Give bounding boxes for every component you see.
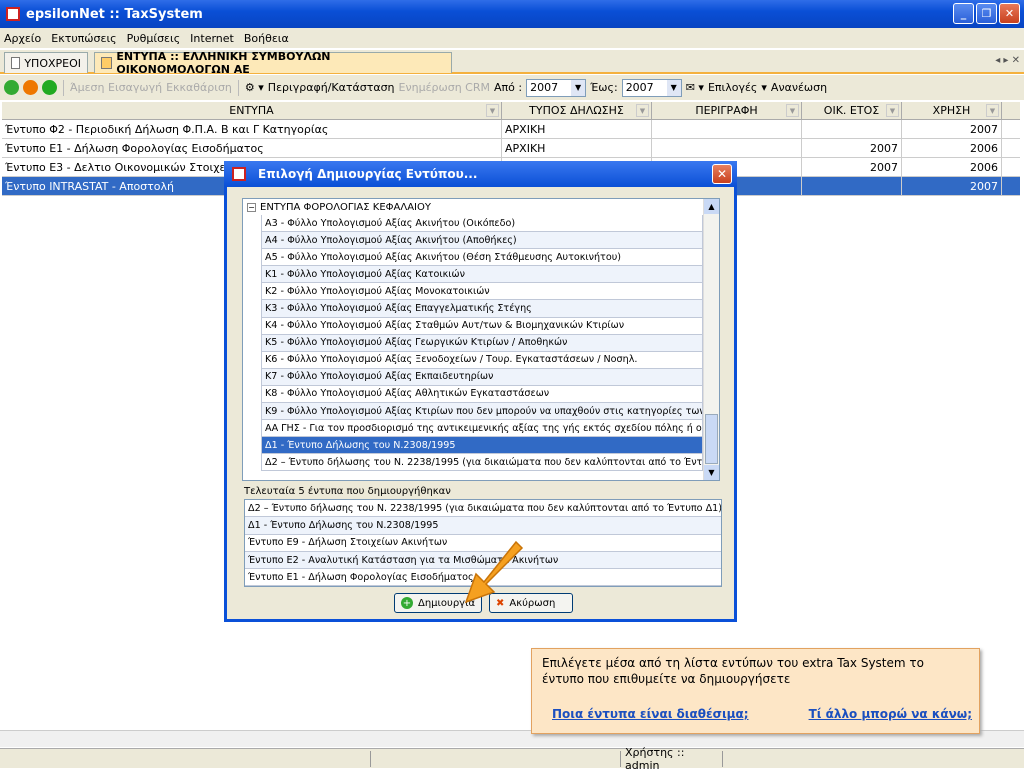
- tab-obligors-label: ΥΠΟΧΡΕΟΙ: [24, 56, 81, 70]
- tree-vertical-scrollbar[interactable]: ▲ ▼: [703, 199, 719, 480]
- recent-forms-label: Τελευταία 5 έντυπα που δημιουργήθηκαν: [244, 486, 451, 497]
- dialog-title-bar: Επιλογή Δημιουργίας Εντύπου... ✕: [224, 161, 737, 187]
- column-header-forms[interactable]: ΕΝΤΥΠΑ ▼: [2, 102, 502, 119]
- add-icon: +: [401, 597, 413, 609]
- status-user: Χρήστης :: admin: [620, 746, 720, 772]
- remove-icon[interactable]: [42, 80, 57, 95]
- restore-button[interactable]: ❐: [976, 3, 997, 24]
- minimize-button[interactable]: _: [953, 3, 974, 24]
- tree-item[interactable]: Α4 - Φύλλο Υπολογισμού Αξίας Ακινήτου (Α…: [261, 232, 703, 250]
- tree-item[interactable]: Δ2 – Έντυπο δήλωσης του Ν. 2238/1995 (γι…: [261, 454, 703, 472]
- close-window-button[interactable]: ✕: [999, 3, 1020, 24]
- tree-group-capital-tax[interactable]: − ΕΝΤΥΠΑ ΦΟΡΟΛΟΓΙΑΣ ΚΕΦΑΛΑΙΟΥ: [243, 199, 719, 215]
- what-else-link[interactable]: Τί άλλο μπορώ να κάνω;: [809, 706, 972, 722]
- direct-import-button[interactable]: Άμεση Εισαγωγή: [70, 81, 162, 94]
- tree-item[interactable]: Κ9 - Φύλλο Υπολογισμού Αξίας Κτιρίων που…: [261, 403, 703, 421]
- collapse-icon[interactable]: −: [247, 202, 256, 212]
- description-status-button[interactable]: Περιγραφή/Κατάσταση: [268, 81, 395, 94]
- tree-item[interactable]: Κ3 - Φύλλο Υπολογισμού Αξίας Επαγγελματι…: [261, 300, 703, 318]
- folder-icon[interactable]: ✉ ▾: [686, 81, 704, 94]
- tree-item[interactable]: Δ1 - Έντυπο Δήλωσης του Ν.2308/1995: [261, 437, 703, 455]
- tree-item[interactable]: Κ8 - Φύλλο Υπολογισμού Αξίας Αθλητικών Ε…: [261, 385, 703, 404]
- scroll-thumb[interactable]: [705, 414, 718, 464]
- tree-item[interactable]: ΑΑ ΓΗΣ - Για τον προσδιορισμό της αντικε…: [261, 420, 703, 438]
- menu-file[interactable]: Αρχείο: [4, 32, 41, 45]
- clear-button[interactable]: Εκκαθάριση: [166, 81, 232, 94]
- chevron-down-icon: ▼: [666, 79, 681, 96]
- grid-header: ΕΝΤΥΠΑ ▼ ΤΥΠΟΣ ΔΗΛΩΣΗΣ ▼ ΠΕΡΙΓΡΑΦΗ ▼ ΟΙΚ. Ε…: [2, 102, 1020, 120]
- to-year-value: 2007: [625, 81, 654, 94]
- callout-text: Επιλέγετε μέσα από τη λίστα εντύπων του …: [542, 656, 924, 686]
- book-icon: [11, 57, 21, 69]
- options-dropdown-icon[interactable]: ▾: [761, 81, 767, 94]
- refresh-button[interactable]: Ανανέωση: [771, 81, 827, 94]
- app-icon: [6, 7, 20, 21]
- update-crm-button[interactable]: Ενημέρωση CRM: [399, 81, 490, 94]
- tab-forms[interactable]: ΕΝΤΥΠΑ :: ΕΛΛΗΝΙΚΗ ΣΥΜΒΟΥΛΩΝ ΟΙΚΟΝΟΜΟΛΟΓ…: [94, 50, 452, 76]
- dialog-close-button[interactable]: ✕: [712, 164, 732, 184]
- recent-form-item[interactable]: Δ1 - Έντυπο Δήλωσης του Ν.2308/1995: [245, 517, 721, 535]
- tree-item[interactable]: Α5 - Φύλλο Υπολογισμού Αξίας Ακινήτου (Θ…: [261, 249, 703, 267]
- tree-item[interactable]: Κ1 - Φύλλο Υπολογισμού Αξίας Κατοικιών: [261, 266, 703, 284]
- column-header-fiscal-year[interactable]: ΟΙΚ. ΕΤΟΣ ▼: [802, 102, 902, 119]
- tree-item[interactable]: Κ2 - Φύλλο Υπολογισμού Αξίας Μονοκατοικι…: [261, 283, 703, 301]
- tree-item[interactable]: Α3 - Φύλλο Υπολογισμού Αξίας Ακινήτου (Ο…: [261, 215, 703, 233]
- tab-forms-label: ΕΝΤΥΠΑ :: ΕΛΛΗΝΙΚΗ ΣΥΜΒΟΥΛΩΝ ΟΙΚΟΝΟΜΟΛΟΓ…: [116, 50, 331, 76]
- tab-obligors[interactable]: ΥΠΟΧΡΕΟΙ: [4, 52, 88, 73]
- tree-item[interactable]: Κ6 - Φύλλο Υπολογισμού Αξίας Ξενοδοχείων…: [261, 351, 703, 369]
- recent-form-item[interactable]: Δ2 – Έντυπο δήλωσης του Ν. 2238/1995 (γι…: [245, 500, 721, 518]
- tools-icon[interactable]: ⚙ ▾: [245, 81, 264, 94]
- dialog-title: Επιλογή Δημιουργίας Εντύπου...: [258, 167, 478, 181]
- column-header-description[interactable]: ΠΕΡΙΓΡΑΦΗ ▼: [652, 102, 802, 119]
- tab-row: ΥΠΟΧΡΕΟΙ ΕΝΤΥΠΑ :: ΕΛΛΗΝΙΚΗ ΣΥΜΒΟΥΛΩΝ ΟΙ…: [0, 50, 1024, 76]
- help-callout: Επιλέγετε μέσα από τη λίστα εντύπων του …: [531, 648, 980, 734]
- scroll-up-icon[interactable]: ▲: [704, 199, 719, 214]
- refresh-icon[interactable]: [23, 80, 38, 95]
- tree-item[interactable]: Κ4 - Φύλλο Υπολογισμού Αξίας Σταθμών Αυτ…: [261, 317, 703, 335]
- status-bar: Χρήστης :: admin: [0, 746, 1024, 772]
- window-title-bar: epsilonNet :: TaxSystem _ ❐ ✕: [0, 0, 1024, 28]
- app-icon: [232, 167, 246, 181]
- window-title: epsilonNet :: TaxSystem: [26, 6, 203, 22]
- tree-group-label: ΕΝΤΥΠΑ ΦΟΡΟΛΟΓΙΑΣ ΚΕΦΑΛΑΙΟΥ: [260, 201, 431, 213]
- to-year-select[interactable]: 2007 ▼: [621, 78, 682, 97]
- menu-internet[interactable]: Internet: [190, 32, 234, 45]
- tab-nav-arrows[interactable]: ◂ ▸ ✕: [995, 55, 1020, 66]
- add-icon[interactable]: [4, 80, 19, 95]
- forms-tree: − ΕΝΤΥΠΑ ΦΟΡΟΛΟΓΙΑΣ ΚΕΦΑΛΑΙΟΥ Α3 - Φύλλο…: [242, 198, 720, 481]
- table-row[interactable]: Έντυπο Ε1 - Δήλωση Φορολογίας Εισοδήματο…: [2, 139, 1020, 158]
- table-row[interactable]: Έντυπο Φ2 - Περιοδική Δήλωση Φ.Π.Α. Β κα…: [2, 120, 1020, 139]
- pointer-arrow-icon: [464, 540, 524, 604]
- available-forms-link[interactable]: Ποια έντυπα είναι διαθέσιμα;: [552, 706, 749, 722]
- menu-print[interactable]: Εκτυπώσεις: [51, 32, 116, 45]
- tree-item[interactable]: Κ7 - Φύλλο Υπολογισμού Αξίας Εκπαιδευτηρ…: [261, 368, 703, 386]
- menu-settings[interactable]: Ρυθμίσεις: [127, 32, 181, 45]
- tree-item[interactable]: Κ5 - Φύλλο Υπολογισμού Αξίας Γεωργικών Κ…: [261, 334, 703, 352]
- toolbar: Άμεση Εισαγωγή Εκκαθάριση ⚙ ▾ Περιγραφή/…: [0, 75, 1024, 100]
- to-label: Έως:: [590, 81, 618, 94]
- menu-help[interactable]: Βοήθεια: [244, 32, 289, 45]
- form-icon: [101, 57, 113, 69]
- chevron-down-icon: ▼: [571, 79, 586, 96]
- from-year-value: 2007: [530, 81, 559, 94]
- column-header-use[interactable]: ΧΡΗΣΗ ▼: [902, 102, 1002, 119]
- scroll-down-icon[interactable]: ▼: [704, 465, 719, 480]
- from-label: Από :: [494, 81, 523, 94]
- menu-bar: Αρχείο Εκτυπώσεις Ρυθμίσεις Internet Βοή…: [0, 28, 1024, 48]
- from-year-select[interactable]: 2007 ▼: [526, 78, 587, 97]
- column-header-type[interactable]: ΤΥΠΟΣ ΔΗΛΩΣΗΣ ▼: [502, 102, 652, 119]
- options-button[interactable]: Επιλογές: [708, 81, 757, 94]
